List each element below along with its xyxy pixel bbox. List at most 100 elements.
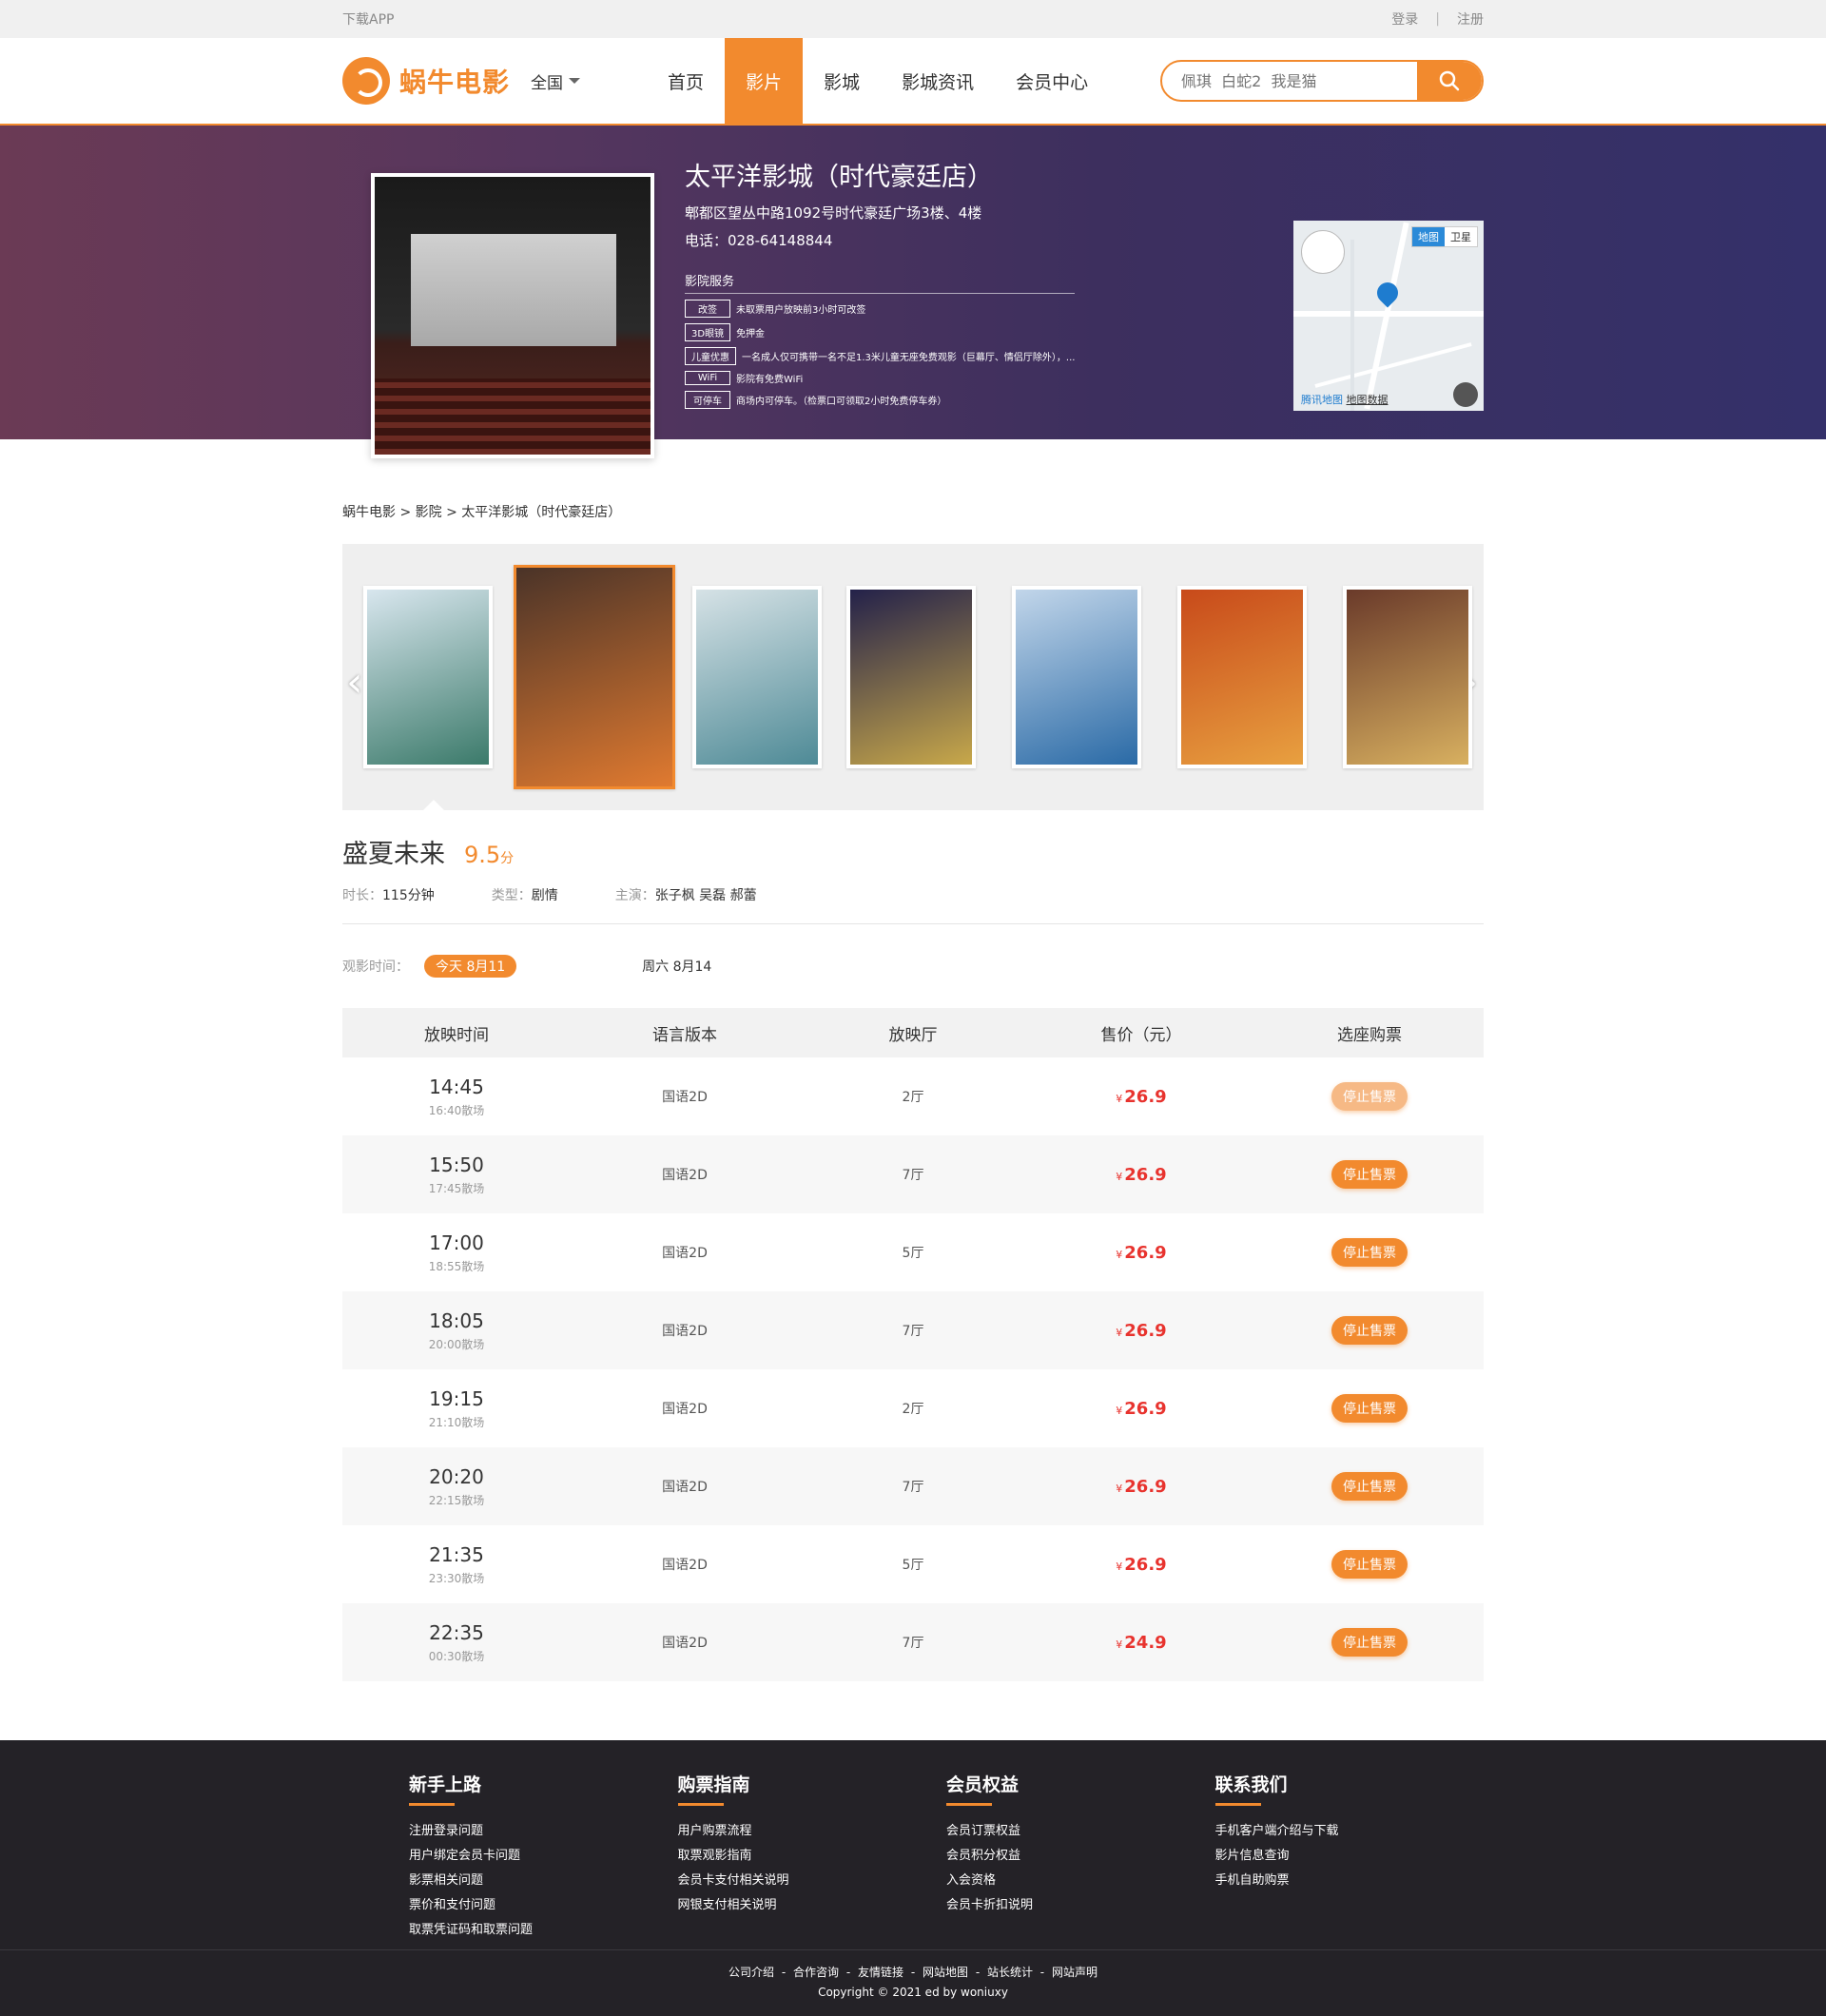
date-label: 观影时间： bbox=[342, 960, 409, 975]
showtime-cell: 22:35 00:30散场 bbox=[342, 1621, 571, 1664]
nav-item-3[interactable]: 影城资讯 bbox=[881, 38, 995, 124]
download-app-link[interactable]: 下载APP bbox=[342, 10, 394, 29]
search-button[interactable] bbox=[1417, 62, 1482, 100]
main-nav: 首页 影片 影城 影城资讯 会员中心 bbox=[647, 38, 1109, 124]
footer-link[interactable]: 会员卡支付相关说明 bbox=[678, 1869, 947, 1893]
nav-item-0[interactable]: 首页 bbox=[647, 38, 725, 124]
slider-prev-icon[interactable]: ‹ bbox=[346, 658, 363, 707]
service-row: 改签 未取票用户放映前3小时可改签 bbox=[685, 300, 1075, 318]
service-tag: 儿童优惠 bbox=[685, 347, 736, 365]
price-cell: ¥26.9 bbox=[1027, 1243, 1255, 1263]
search-input[interactable] bbox=[1162, 71, 1417, 90]
movie-poster[interactable] bbox=[692, 586, 822, 768]
service-tag: 改签 bbox=[685, 300, 730, 318]
footer-link[interactable]: 影片信息查询 bbox=[1215, 1844, 1485, 1869]
movie-poster[interactable] bbox=[514, 565, 675, 789]
footer-link[interactable]: 用户绑定会员卡问题 bbox=[409, 1844, 678, 1869]
hall-cell: 7厅 bbox=[799, 1165, 1027, 1184]
nav-item-4[interactable]: 会员中心 bbox=[995, 38, 1109, 124]
separator: | bbox=[1435, 11, 1440, 27]
footer-link[interactable]: 手机客户端介绍与下载 bbox=[1215, 1819, 1485, 1844]
footer-column-title: 新手上路 bbox=[409, 1771, 678, 1806]
stop-sale-button[interactable]: 停止售票 bbox=[1331, 1472, 1408, 1501]
language-version: 国语2D bbox=[662, 1402, 708, 1417]
date-tab-saturday[interactable]: 周六 8月14 bbox=[642, 957, 711, 976]
hall-cell: 2厅 bbox=[799, 1087, 1027, 1106]
footer-bottom-link[interactable]: 合作咨询 bbox=[793, 1966, 839, 1979]
table-row: 18:05 20:00散场 国语2D 7厅 ¥26.9 停止售票 bbox=[342, 1291, 1484, 1369]
breadcrumb: 蜗牛电影 > 影院 > 太平洋影城（时代豪廷店） bbox=[342, 505, 622, 520]
footer-link[interactable]: 会员订票权益 bbox=[946, 1819, 1215, 1844]
end-time: 16:40散场 bbox=[428, 1103, 485, 1117]
service-row: 3D眼镜 免押金 bbox=[685, 323, 1075, 341]
movie-poster[interactable] bbox=[1177, 586, 1307, 768]
search-icon bbox=[1439, 70, 1460, 91]
showtime-cell: 20:20 22:15散场 bbox=[342, 1465, 571, 1508]
start-time: 22:35 bbox=[429, 1620, 484, 1644]
footer-link[interactable]: 网银支付相关说明 bbox=[678, 1893, 947, 1918]
register-link[interactable]: 注册 bbox=[1457, 10, 1484, 29]
language-version: 国语2D bbox=[662, 1246, 708, 1261]
footer-bottom-link[interactable]: 网站声明 bbox=[1052, 1966, 1098, 1979]
service-text: 未取票用户放映前3小时可改签 bbox=[736, 305, 866, 316]
stop-sale-button[interactable]: 停止售票 bbox=[1331, 1550, 1408, 1579]
movie-header: 盛夏未来 9.5分 bbox=[342, 833, 1484, 870]
footer-link[interactable]: 取票观影指南 bbox=[678, 1844, 947, 1869]
footer-link[interactable]: 入会资格 bbox=[946, 1869, 1215, 1893]
table-header: 放映时间 语言版本 放映厅 售价（元） 选座购票 bbox=[342, 1008, 1484, 1057]
movie-poster[interactable] bbox=[363, 586, 493, 768]
satellite-tab[interactable]: 卫星 bbox=[1445, 227, 1477, 246]
footer-bottom-link[interactable]: 友情链接 bbox=[858, 1966, 903, 1979]
map-zoom-icon[interactable] bbox=[1453, 382, 1478, 407]
table-body: 14:45 16:40散场 国语2D 2厅 ¥26.9 停止售票 15:50 17:45散场国… bbox=[342, 1057, 1484, 1681]
start-time: 20:20 bbox=[429, 1464, 484, 1488]
stop-sale-button[interactable]: 停止售票 bbox=[1331, 1082, 1408, 1111]
city-selector[interactable]: 全国 bbox=[531, 69, 581, 93]
movie-poster[interactable] bbox=[1012, 586, 1141, 768]
ticket-price: ¥26.9 bbox=[1116, 1398, 1167, 1419]
footer-link[interactable]: 用户购票流程 bbox=[678, 1819, 947, 1844]
footer-link[interactable]: 会员积分权益 bbox=[946, 1844, 1215, 1869]
location-map[interactable]: 地图 卫星 腾讯地图 地图数据 bbox=[1293, 221, 1484, 411]
currency-symbol: ¥ bbox=[1116, 1404, 1123, 1417]
stop-sale-button[interactable]: 停止售票 bbox=[1331, 1160, 1408, 1189]
ticket-price: ¥26.9 bbox=[1116, 1242, 1167, 1263]
login-link[interactable]: 登录 bbox=[1391, 10, 1418, 29]
service-text: 一名成人仅可携带一名不足1.3米儿童无座免费观影（巨幕厅、情侣厅除外），... bbox=[742, 353, 1076, 363]
currency-symbol: ¥ bbox=[1116, 1560, 1123, 1573]
stop-sale-button[interactable]: 停止售票 bbox=[1331, 1394, 1408, 1423]
footer-link[interactable]: 票价和支付问题 bbox=[409, 1893, 678, 1918]
stop-sale-button[interactable]: 停止售票 bbox=[1331, 1628, 1408, 1657]
footer-link[interactable]: 手机自助购票 bbox=[1215, 1869, 1485, 1893]
footer-bottom-link[interactable]: 公司介绍 bbox=[728, 1966, 774, 1979]
service-tag: WiFi bbox=[685, 371, 730, 385]
hall-cell: 5厅 bbox=[799, 1243, 1027, 1262]
stop-sale-button[interactable]: 停止售票 bbox=[1331, 1316, 1408, 1345]
site-footer: 新手上路注册登录问题 用户绑定会员卡问题 影票相关问题 票价和支付问题 取票凭证码和取票… bbox=[0, 1740, 1826, 2016]
footer-columns: 新手上路注册登录问题 用户绑定会员卡问题 影票相关问题 票价和支付问题 取票凭证码和取票… bbox=[342, 1740, 1484, 1943]
nav-item-1[interactable]: 影片 bbox=[725, 38, 804, 124]
map-pan-control[interactable] bbox=[1301, 230, 1345, 274]
nav-item-2[interactable]: 影城 bbox=[803, 38, 881, 124]
map-type-toggle[interactable]: 地图 卫星 bbox=[1411, 226, 1478, 247]
date-tab-today[interactable]: 今天 8月11 bbox=[424, 955, 517, 978]
showtime-cell: 19:15 21:10散场 bbox=[342, 1387, 571, 1430]
footer-link[interactable]: 会员卡折扣说明 bbox=[946, 1893, 1215, 1918]
footer-link[interactable]: 取票凭证码和取票问题 bbox=[409, 1918, 678, 1943]
footer-link[interactable]: 影票相关问题 bbox=[409, 1869, 678, 1893]
movie-poster[interactable] bbox=[846, 586, 976, 768]
language-cell: 国语2D bbox=[571, 1477, 799, 1496]
footer-link[interactable]: 注册登录问题 bbox=[409, 1819, 678, 1844]
start-time: 18:05 bbox=[429, 1308, 484, 1332]
action-cell: 停止售票 bbox=[1255, 1550, 1484, 1579]
map-tab[interactable]: 地图 bbox=[1412, 227, 1445, 246]
price-cell: ¥24.9 bbox=[1027, 1633, 1255, 1653]
movie-poster[interactable] bbox=[1343, 586, 1472, 768]
price-cell: ¥26.9 bbox=[1027, 1399, 1255, 1419]
stop-sale-button[interactable]: 停止售票 bbox=[1331, 1238, 1408, 1267]
currency-symbol: ¥ bbox=[1116, 1092, 1123, 1105]
footer-bottom-link[interactable]: 网站地图 bbox=[923, 1966, 968, 1979]
footer-bottom-link[interactable]: 站长统计 bbox=[987, 1966, 1033, 1979]
ticket-price: ¥26.9 bbox=[1116, 1320, 1167, 1341]
site-logo[interactable]: 蜗牛电影 bbox=[342, 57, 510, 105]
